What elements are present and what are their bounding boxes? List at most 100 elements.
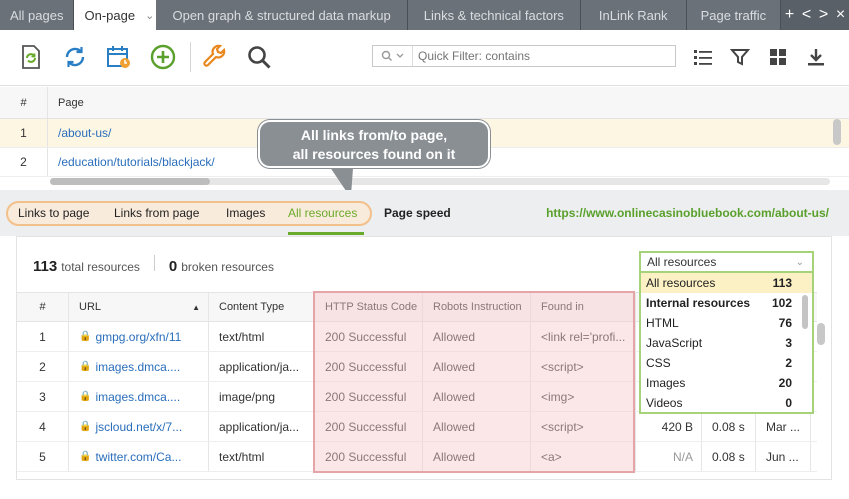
scroll-right-icon[interactable]: >: [815, 0, 832, 30]
header-url[interactable]: URL ▲: [69, 293, 209, 321]
date: Mar ...: [756, 412, 811, 441]
tab-links-technical[interactable]: Links & technical factors: [407, 0, 581, 30]
resource-url-text[interactable]: twitter.com/Ca...: [95, 450, 181, 464]
filter-search-icon[interactable]: [373, 46, 413, 66]
subtab-images[interactable]: Images: [226, 206, 265, 220]
header-num[interactable]: #: [17, 293, 69, 321]
found-in: <img>: [531, 382, 636, 411]
header-content-type[interactable]: Content Type: [209, 293, 315, 321]
option-label: Images: [646, 376, 686, 390]
subtab-page-speed[interactable]: Page speed: [384, 206, 451, 220]
lock-icon: 🔒: [79, 361, 92, 372]
resource-url[interactable]: 🔒 jscloud.net/x/7...: [69, 412, 209, 441]
header-found-in[interactable]: Found in: [531, 293, 636, 321]
tab-label: Open graph & structured data markup: [172, 7, 391, 23]
page-link[interactable]: /about-us/: [48, 126, 111, 140]
download-icon[interactable]: [801, 42, 831, 72]
grid-view-icon[interactable]: [763, 42, 793, 72]
add-icon[interactable]: [148, 42, 178, 72]
dropdown-option[interactable]: Videos 0: [641, 393, 812, 413]
tab-all-pages[interactable]: All pages: [0, 0, 75, 30]
lock-icon: 🔒: [79, 421, 92, 432]
vertical-scrollbar[interactable]: [817, 323, 825, 345]
total-label: total resources: [61, 260, 140, 274]
header-robots[interactable]: Robots Instruction: [423, 293, 531, 321]
header-http-status[interactable]: HTTP Status Code: [315, 293, 423, 321]
sort-asc-icon[interactable]: ▲: [192, 303, 200, 312]
dropdown-scrollbar[interactable]: [802, 295, 808, 329]
size: 420 B: [636, 412, 702, 441]
resource-url[interactable]: 🔒 images.dmca....: [69, 382, 209, 411]
page-url-link[interactable]: https://www.onlinecasinobluebook.com/abo…: [546, 206, 829, 220]
response-time: 0.08 s: [702, 442, 756, 471]
vertical-scrollbar[interactable]: [833, 119, 841, 145]
robots-instruction: Allowed: [423, 352, 531, 381]
found-in: <link rel='profi...: [531, 322, 636, 351]
option-count: 2: [785, 356, 792, 370]
dropdown-option[interactable]: HTML 76: [641, 313, 812, 333]
chevron-down-icon[interactable]: ⌄: [796, 257, 804, 268]
close-tab-icon[interactable]: ×: [832, 0, 849, 30]
resource-url-text[interactable]: gmpg.org/xfn/11: [95, 330, 181, 344]
found-in: <a>: [531, 442, 636, 471]
resource-url-text[interactable]: jscloud.net/x/7...: [95, 420, 182, 434]
filter-icon[interactable]: [725, 42, 755, 72]
toolbar: [0, 30, 849, 86]
quick-filter[interactable]: [372, 45, 676, 67]
subtab-links-to-page[interactable]: Links to page: [18, 206, 89, 220]
broken-label: broken resources: [181, 260, 274, 274]
page-link[interactable]: /education/tutorials/blackjack/: [48, 155, 215, 169]
broken-count: 0: [168, 258, 178, 275]
tab-inlink-rank[interactable]: InLink Rank: [580, 0, 687, 30]
tab-on-page[interactable]: On-page ⌄: [74, 0, 157, 30]
dropdown-option[interactable]: Internal resources 102: [641, 293, 812, 313]
tab-page-traffic[interactable]: Page traffic: [686, 0, 782, 30]
subtab-all-resources[interactable]: All resources: [288, 206, 357, 220]
tab-label: On-page: [84, 7, 136, 23]
table-row[interactable]: 5 🔒 twitter.com/Ca... text/html 200 Succe…: [17, 442, 817, 472]
dropdown-option[interactable]: CSS 2: [641, 353, 812, 373]
header-page[interactable]: Page: [48, 97, 84, 109]
header-num[interactable]: #: [0, 87, 48, 118]
add-tab-icon[interactable]: +: [781, 0, 799, 30]
resource-url-text[interactable]: images.dmca....: [95, 360, 180, 374]
wrench-icon[interactable]: [200, 42, 230, 72]
row-num: 1: [17, 322, 69, 351]
toolbar-separator: [190, 42, 191, 72]
horizontal-scrollbar[interactable]: [50, 178, 830, 185]
resource-type-select[interactable]: All resources ⌄: [639, 251, 814, 273]
chevron-down-icon[interactable]: ⌄: [145, 9, 154, 22]
tab-label: Links & technical factors: [423, 7, 564, 23]
scrollbar-thumb[interactable]: [50, 178, 210, 185]
search-icon[interactable]: [244, 42, 274, 72]
option-label: All resources: [646, 276, 716, 290]
found-in: <script>: [531, 412, 636, 441]
subtab-links-from-page[interactable]: Links from page: [114, 206, 199, 220]
rebuild-project-icon[interactable]: [16, 42, 46, 72]
total-count: 113: [33, 258, 58, 275]
schedule-calendar-icon[interactable]: [104, 42, 134, 72]
date: Jun ...: [756, 442, 811, 471]
quick-filter-input[interactable]: [413, 49, 663, 63]
tab-bar: All pages On-page ⌄ Open graph & structur…: [0, 0, 849, 30]
option-label: HTML: [646, 316, 679, 330]
resource-url[interactable]: 🔒 images.dmca....: [69, 352, 209, 381]
resource-stats: 113 total resources 0 broken resources: [33, 255, 274, 275]
http-status: 200 Successful: [315, 322, 423, 351]
dropdown-option[interactable]: JavaScript 3: [641, 333, 812, 353]
option-count: 113: [772, 276, 792, 290]
tab-open-graph[interactable]: Open graph & structured data markup: [156, 0, 408, 30]
resource-type-selected: All resources: [647, 255, 717, 269]
dropdown-option[interactable]: All resources 113: [641, 273, 812, 293]
option-count: 102: [771, 296, 792, 310]
resource-url[interactable]: 🔒 gmpg.org/xfn/11: [69, 322, 209, 351]
refresh-icon[interactable]: [60, 42, 90, 72]
resource-url-text[interactable]: images.dmca....: [95, 390, 180, 404]
resource-url[interactable]: 🔒 twitter.com/Ca...: [69, 442, 209, 471]
panel-splitter[interactable]: [0, 190, 849, 198]
scroll-left-icon[interactable]: <: [798, 0, 816, 30]
subtabs-bar: Links to page Links from page Images All…: [0, 198, 849, 236]
table-row[interactable]: 4 🔒 jscloud.net/x/7... application/ja... …: [17, 412, 817, 442]
list-view-icon[interactable]: [688, 42, 718, 72]
dropdown-option[interactable]: Images 20: [641, 373, 812, 393]
